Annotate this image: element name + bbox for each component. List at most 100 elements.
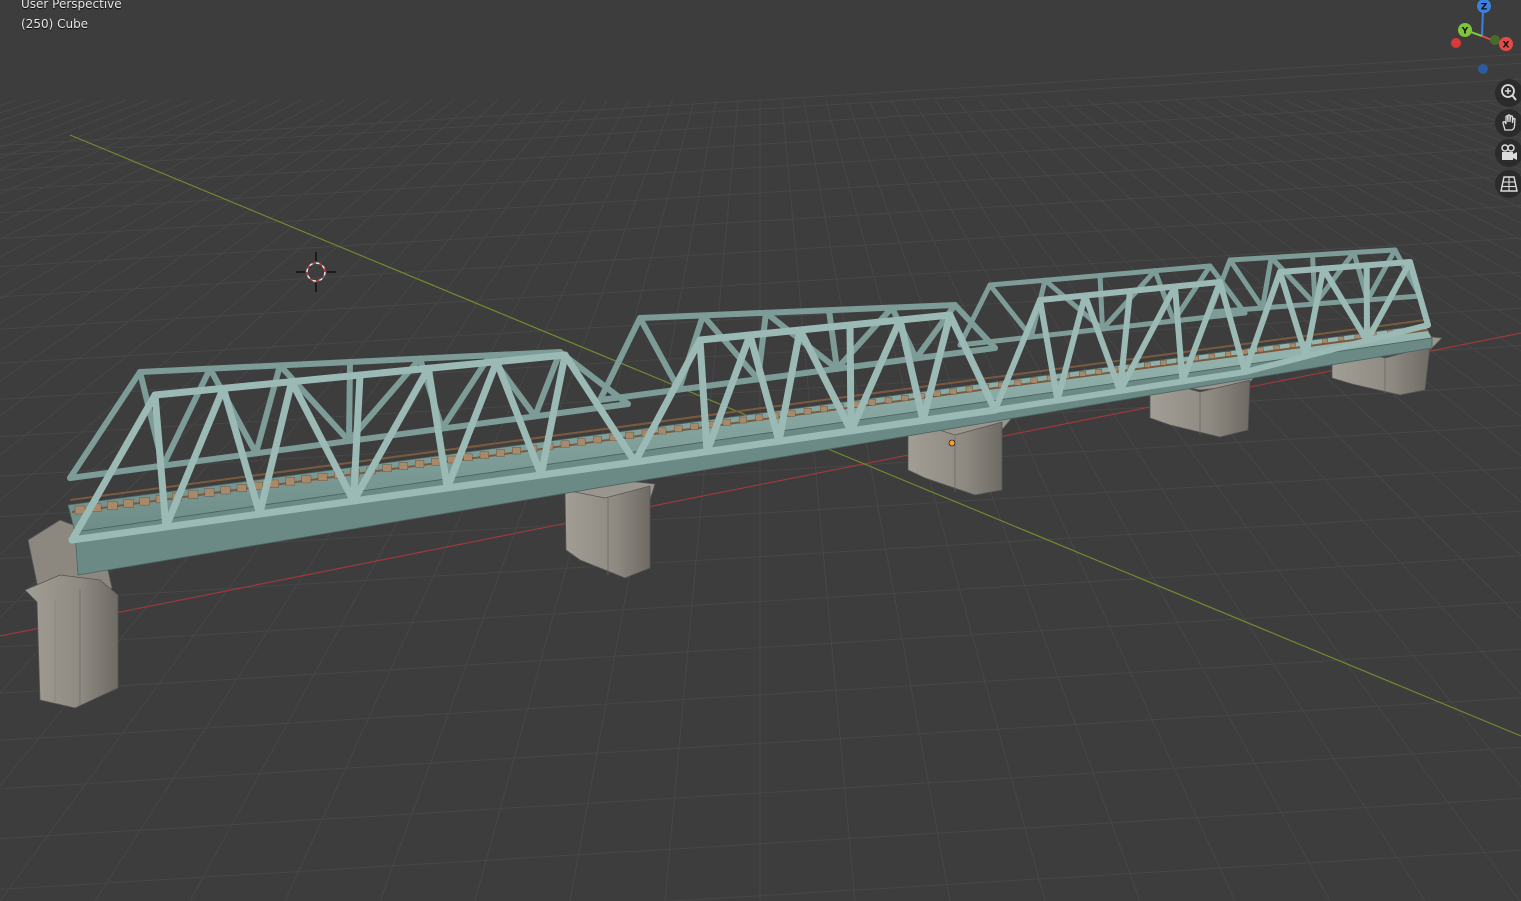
sleeper <box>285 477 296 486</box>
grid-line <box>999 99 1521 619</box>
grid-line <box>0 99 61 122</box>
sleeper <box>74 505 86 515</box>
grid-line <box>956 99 1521 788</box>
gizmo-z-label: Z <box>1481 3 1488 13</box>
sleeper <box>236 484 247 492</box>
sleeper <box>382 464 392 473</box>
sleeper <box>1322 338 1328 344</box>
sleeper <box>965 386 973 393</box>
sleeper <box>560 440 570 448</box>
sleeper <box>512 447 521 455</box>
sleeper <box>690 423 699 430</box>
sleeper <box>1079 371 1086 377</box>
hand-pan-icon <box>1502 114 1516 131</box>
floor-grid <box>0 53 1521 901</box>
grid-line <box>1327 99 1521 182</box>
sleeper <box>901 395 909 401</box>
sleeper <box>593 436 602 444</box>
grid-line <box>978 99 1521 695</box>
sleeper <box>625 431 634 439</box>
grid-line <box>825 99 1046 901</box>
grid-line <box>1087 99 1521 417</box>
sleeper <box>123 499 134 508</box>
sleeper <box>755 414 764 421</box>
gizmo-neg-z <box>1478 64 1488 74</box>
end-post <box>597 315 643 403</box>
zoom-icon <box>1501 84 1517 101</box>
navigation-gizmo[interactable]: Z Y X <box>1440 0 1521 80</box>
sleeper <box>739 416 747 424</box>
object-info-label: (250) Cube <box>21 17 89 31</box>
sleeper <box>1143 362 1151 368</box>
grid-line <box>0 99 105 139</box>
vertical-member <box>846 321 855 435</box>
sleeper <box>1160 360 1167 366</box>
sleeper <box>1030 377 1038 384</box>
object-origin <box>948 439 956 447</box>
grid-line <box>912 99 1426 901</box>
grid-line <box>1196 99 1521 278</box>
sleeper <box>107 501 118 510</box>
sleeper <box>722 418 731 426</box>
pier-2 <box>564 477 656 579</box>
end-post <box>67 369 143 481</box>
sleeper <box>463 453 473 461</box>
sleeper <box>884 397 893 404</box>
sleeper <box>1014 379 1022 386</box>
grid-line <box>934 99 1521 901</box>
grid-line <box>1109 99 1521 383</box>
grid-line <box>1349 99 1521 170</box>
camera-icon <box>1501 144 1517 160</box>
grid-line <box>1153 99 1521 325</box>
sleeper <box>933 390 941 397</box>
sleeper <box>658 427 667 435</box>
sleeper <box>220 486 231 495</box>
vertical-member <box>1097 273 1105 332</box>
grid-line <box>1131 99 1521 352</box>
grid-line <box>1459 99 1521 122</box>
sleeper <box>1338 336 1345 342</box>
grid-line <box>1306 99 1521 195</box>
ortho-toggle-button[interactable] <box>1495 170 1521 198</box>
gizmo-x-label: X <box>1503 41 1510 51</box>
sleeper <box>1095 368 1103 375</box>
grid-line <box>664 99 739 901</box>
sleeper <box>577 438 586 446</box>
grid-line <box>803 99 951 901</box>
sleeper <box>431 458 441 466</box>
end-post <box>1407 259 1431 328</box>
gizmo-neg-x <box>1451 38 1461 48</box>
vertical-member <box>160 365 213 469</box>
sleeper <box>1208 353 1215 359</box>
sleeper <box>139 497 150 506</box>
sleeper <box>803 408 812 415</box>
sleeper <box>868 399 877 406</box>
sleeper <box>674 425 683 433</box>
sleeper <box>398 462 409 470</box>
grid-line <box>868 99 1236 901</box>
grid-ortho-icon <box>1500 176 1518 192</box>
3d-viewport[interactable]: User Perspective (250) Cube Z Y X <box>0 0 1521 901</box>
sleeper <box>415 460 425 468</box>
scene-canvas[interactable] <box>0 0 1521 901</box>
3d-cursor <box>296 252 336 292</box>
sleeper <box>479 451 489 459</box>
pan-button[interactable] <box>1495 109 1521 137</box>
sleeper <box>787 410 796 417</box>
grid-line <box>1371 99 1521 159</box>
sleeper <box>1224 351 1232 357</box>
gizmo-neg-y <box>1490 35 1500 45</box>
camera-view-button[interactable] <box>1495 139 1521 167</box>
sleeper <box>1273 345 1280 350</box>
grid-line <box>1502 99 1521 107</box>
sleeper <box>1289 342 1296 348</box>
sleeper <box>204 488 215 497</box>
sleeper <box>1354 334 1361 339</box>
grid-line <box>0 99 18 107</box>
sleeper <box>317 473 328 481</box>
zoom-button[interactable] <box>1495 79 1521 107</box>
grid-line <box>1393 99 1521 149</box>
gizmo-y-label: Y <box>1461 27 1469 37</box>
sleeper <box>188 490 199 499</box>
grid-line <box>846 99 1141 901</box>
